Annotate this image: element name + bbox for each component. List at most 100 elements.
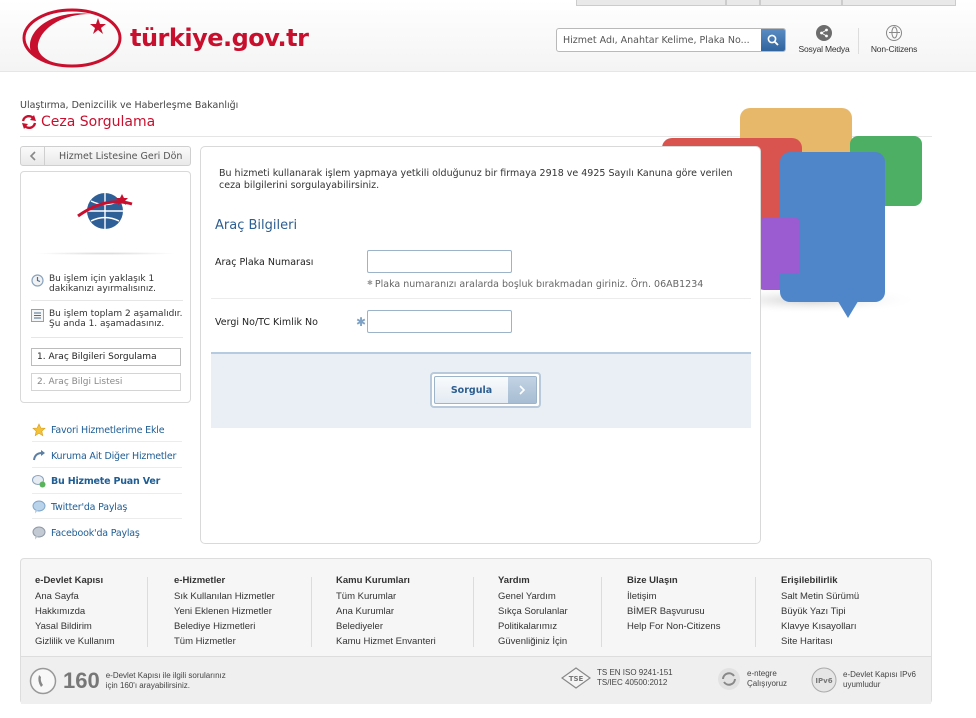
- query-form-panel: Bu hizmeti kullanarak işlem yapmaya yetk…: [200, 146, 761, 544]
- info-divider: [31, 337, 183, 338]
- rate-service-link[interactable]: Bu Hizmete Puan Ver: [32, 474, 182, 488]
- footer-link[interactable]: Genel Yardım: [498, 589, 568, 604]
- steps-text: Bu işlem toplam 2 aşamalıdır. Şu anda 1.…: [49, 309, 183, 329]
- footer-link[interactable]: Güvenliğiniz İçin: [498, 634, 568, 649]
- footer-link[interactable]: Tüm Kurumlar: [336, 589, 436, 604]
- call-center-text: e-Devlet Kapısı ile ilgili sorularınız iç…: [106, 671, 226, 691]
- plate-number-input[interactable]: [367, 250, 512, 273]
- list-icon: [31, 309, 44, 322]
- search-input[interactable]: [557, 29, 761, 51]
- call-center-number: 160: [63, 668, 100, 693]
- iso-text: TS EN ISO 9241-151 TS/IEC 40500:2012: [597, 668, 673, 688]
- footer-link[interactable]: Belediye Hizmetleri: [174, 619, 275, 634]
- curved-arrow-icon: [33, 450, 45, 461]
- footer-column-title: Erişilebilirlik: [781, 575, 838, 586]
- top-tab[interactable]: [842, 0, 956, 6]
- top-tab[interactable]: [726, 0, 760, 6]
- tax-id-input[interactable]: [367, 310, 512, 333]
- footer-link[interactable]: Sık Kullanılan Hizmetler: [174, 589, 275, 604]
- footer-divider: [147, 577, 148, 647]
- page-title: Ceza Sorgulama: [20, 114, 155, 130]
- site-logo[interactable]: türkiye.gov.tr: [20, 4, 310, 70]
- search-button[interactable]: [761, 29, 785, 51]
- footer-column-title: Yardım: [498, 575, 530, 586]
- footer-link[interactable]: İletişim: [627, 589, 720, 604]
- footer-bottom-bar: 160 e-Devlet Kapısı ile ilgili soruların…: [21, 656, 931, 704]
- footer-link[interactable]: Klavye Kısayolları: [781, 619, 859, 634]
- back-to-services-button[interactable]: Hizmet Listesine Geri Dön: [20, 146, 191, 166]
- svg-text:TSE: TSE: [569, 675, 584, 683]
- chevron-right-icon: [508, 377, 536, 403]
- integrated-text-line: Çalışıyoruz: [747, 679, 788, 688]
- link-divider: [32, 518, 182, 519]
- top-tab[interactable]: [760, 0, 842, 6]
- rating-bubble-icon: [32, 475, 46, 488]
- non-citizens-label: Non-Citizens: [870, 44, 918, 54]
- plate-number-hint: ✱ Plaka numaranızı aralarda boşluk bırakm…: [367, 279, 703, 290]
- footer-link[interactable]: Belediyeler: [336, 619, 436, 634]
- ipv6-text-line: uyumludur: [843, 680, 881, 689]
- other-services-label: Kuruma Ait Diğer Hizmetler: [51, 450, 177, 462]
- footer-column-edevlet: e-Devlet Kapısı Ana Sayfa Hakkımızda Yas…: [35, 575, 125, 649]
- footer-link[interactable]: Salt Metin Sürümü: [781, 589, 859, 604]
- footer-divider: [311, 577, 312, 647]
- add-favorites-label: Favori Hizmetlerime Ekle: [51, 424, 165, 436]
- service-description: Bu hizmeti kullanarak işlem yapmaya yetk…: [219, 168, 733, 191]
- top-tab[interactable]: [576, 0, 726, 6]
- plate-hint-text: Plaka numaranızı aralarda boşluk bırakma…: [374, 279, 704, 290]
- facebook-bubble-icon: [32, 526, 46, 540]
- query-submit-button[interactable]: Sorgula: [430, 372, 541, 408]
- link-divider: [32, 467, 182, 468]
- footer-link[interactable]: Hakkımızda: [35, 604, 115, 619]
- service-info-box: Bu işlem için yaklaşık 1 dakikanızı ayır…: [20, 171, 191, 403]
- footer-column-contact: Bize Ulaşın İletişim BİMER Başvurusu Hel…: [627, 575, 730, 634]
- footer-link[interactable]: Ana Sayfa: [35, 589, 115, 604]
- page-title-text: Ceza Sorgulama: [41, 114, 156, 130]
- footer-column-accessibility: Erişilebilirlik Salt Metin Sürümü Büyük …: [781, 575, 869, 649]
- footer-link[interactable]: Site Haritası: [781, 634, 859, 649]
- footer-link[interactable]: Tüm Hizmetler: [174, 634, 275, 649]
- star-icon: [32, 423, 46, 437]
- footer-link[interactable]: Help For Non-Citizens: [627, 619, 720, 634]
- sync-arrows-icon: [718, 668, 740, 690]
- integrated-text-line: e-ntegre: [747, 669, 777, 678]
- iso-certification: TSE TS EN ISO 9241-151 TS/IEC 40500:2012: [561, 667, 673, 689]
- plate-number-label: Araç Plaka Numarası: [215, 257, 314, 268]
- back-button-label: Hizmet Listesine Geri Dön: [59, 150, 183, 162]
- required-asterisk-icon: ✱: [356, 315, 367, 329]
- duration-info: Bu işlem için yaklaşık 1 dakikanızı ayır…: [31, 274, 183, 294]
- other-agency-services-link[interactable]: Kuruma Ait Diğer Hizmetler: [32, 449, 182, 463]
- footer-link[interactable]: Büyük Yazı Tipi: [781, 604, 859, 619]
- footer-link[interactable]: Gizlilik ve Kullanım: [35, 634, 115, 649]
- footer-column-title: Bize Ulaşın: [627, 575, 678, 586]
- share-facebook-link[interactable]: Facebook'da Paylaş: [32, 526, 182, 540]
- footer-link[interactable]: Sıkça Sorulanlar: [498, 604, 568, 619]
- add-favorites-link[interactable]: Favori Hizmetlerime Ekle: [32, 423, 182, 437]
- clock-icon: [31, 274, 44, 287]
- non-citizens-link[interactable]: Non-Citizens: [866, 25, 922, 54]
- rate-service-label: Bu Hizmete Puan Ver: [51, 475, 161, 487]
- form-action-bar: Sorgula: [211, 352, 751, 428]
- tse-badge-icon: TSE: [561, 667, 591, 689]
- footer-link[interactable]: Ana Kurumlar: [336, 604, 436, 619]
- chevron-left-icon: [21, 147, 45, 165]
- refresh-arrows-icon: [21, 114, 37, 130]
- ipv6-info: IPv6 e-Devlet Kapısı IPv6 uyumludur: [811, 667, 916, 693]
- step-vehicle-list: 2. Araç Bilgi Listesi: [31, 373, 181, 391]
- crescent-star-logo-icon: [22, 8, 122, 68]
- footer-link[interactable]: Kamu Hizmet Envanteri: [336, 634, 436, 649]
- header-divider: [858, 28, 859, 54]
- footer-link[interactable]: Yasal Bildirim: [35, 619, 115, 634]
- step-vehicle-query: 1. Araç Bilgileri Sorgulama: [31, 348, 181, 366]
- social-media-link[interactable]: Sosyal Medya: [796, 25, 852, 54]
- footer-divider: [755, 577, 756, 647]
- footer-link[interactable]: Politikalarımız: [498, 619, 568, 634]
- footer-column-title: e-Devlet Kapısı: [35, 575, 104, 586]
- footer-link[interactable]: Yeni Eklenen Hizmetler: [174, 604, 275, 619]
- share-twitter-link[interactable]: Twitter'da Paylaş: [32, 500, 182, 514]
- footer-link[interactable]: BİMER Başvurusu: [627, 604, 720, 619]
- duration-text: Bu işlem için yaklaşık 1 dakikanızı ayır…: [49, 274, 156, 294]
- section-title: Araç Bilgileri: [215, 218, 298, 233]
- ipv6-text-line: e-Devlet Kapısı IPv6: [843, 670, 916, 679]
- info-divider: [31, 300, 183, 301]
